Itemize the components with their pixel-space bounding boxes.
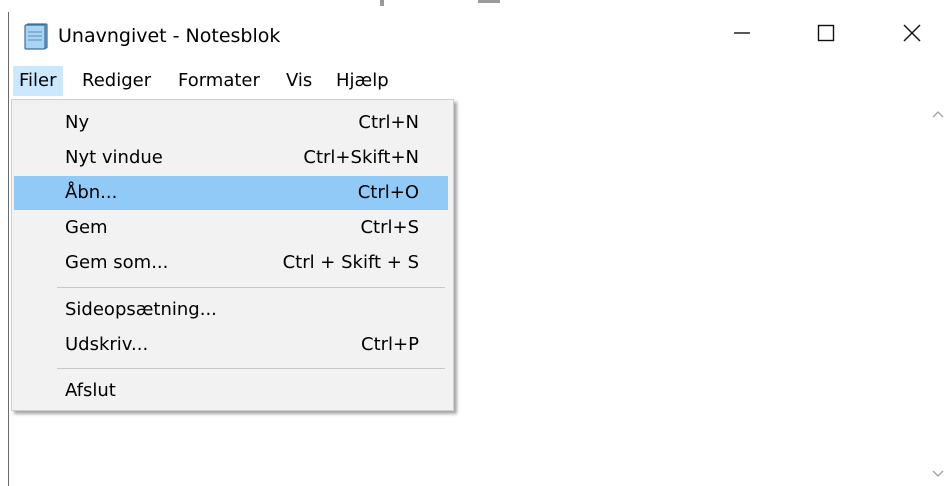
menu-separator: [57, 368, 445, 369]
minimize-icon: [732, 23, 752, 47]
menu-item-shortcut: Ctrl+P: [361, 334, 419, 355]
menu-formater[interactable]: Formater: [172, 66, 266, 96]
notepad-window: Unavngivet - Notesblok Filer Rediger For…: [0, 0, 949, 486]
menu-item-aabn[interactable]: Åbn... Ctrl+O: [14, 176, 448, 210]
menu-item-afslut[interactable]: Afslut: [14, 374, 448, 408]
menu-item-label: Ny: [65, 112, 90, 133]
menu-item-gem-som[interactable]: Gem som... Ctrl + Skift + S: [14, 246, 448, 280]
maximize-icon: [816, 23, 836, 47]
menu-item-shortcut: Ctrl+S: [360, 217, 419, 238]
menu-item-label: Nyt vindue: [65, 147, 163, 168]
close-icon: [902, 23, 922, 47]
menu-item-sideopsaetning[interactable]: Sideopsætning...: [14, 293, 448, 327]
file-menu-dropdown: Ny Ctrl+N Nyt vindue Ctrl+Skift+N Åbn...…: [11, 99, 454, 411]
background-window-edge: [478, 0, 500, 3]
menu-separator: [57, 287, 445, 288]
minimize-button[interactable]: [712, 12, 772, 58]
background-window-edge: [380, 0, 384, 6]
menu-item-shortcut: Ctrl+Skift+N: [303, 147, 419, 168]
menu-item-label: Sideopsætning...: [65, 299, 217, 320]
window-title: Unavngivet - Notesblok: [58, 25, 281, 47]
menu-item-nyt-vindue[interactable]: Nyt vindue Ctrl+Skift+N: [14, 141, 448, 175]
menu-item-ny[interactable]: Ny Ctrl+N: [14, 106, 448, 140]
scroll-down-icon[interactable]: [932, 464, 944, 483]
menu-item-shortcut: Ctrl + Skift + S: [282, 252, 419, 273]
scroll-up-icon[interactable]: [932, 104, 944, 123]
menu-filer[interactable]: Filer: [13, 66, 63, 96]
menu-item-shortcut: Ctrl+N: [358, 112, 419, 133]
menu-item-label: Gem: [65, 217, 108, 238]
close-button[interactable]: [882, 12, 942, 58]
menu-item-udskriv[interactable]: Udskriv... Ctrl+P: [14, 328, 448, 362]
menu-rediger[interactable]: Rediger: [76, 66, 157, 96]
menu-item-label: Åbn...: [65, 182, 118, 203]
menu-item-label: Udskriv...: [65, 334, 149, 355]
notepad-icon: [22, 22, 50, 50]
menu-item-shortcut: Ctrl+O: [357, 182, 419, 203]
menu-hjaelp[interactable]: Hjælp: [330, 66, 395, 96]
maximize-button[interactable]: [796, 12, 856, 58]
menu-item-label: Gem som...: [65, 252, 169, 273]
menu-vis[interactable]: Vis: [280, 66, 318, 96]
menu-item-label: Afslut: [65, 380, 116, 401]
vertical-scrollbar[interactable]: [927, 98, 949, 486]
menu-item-gem[interactable]: Gem Ctrl+S: [14, 211, 448, 245]
